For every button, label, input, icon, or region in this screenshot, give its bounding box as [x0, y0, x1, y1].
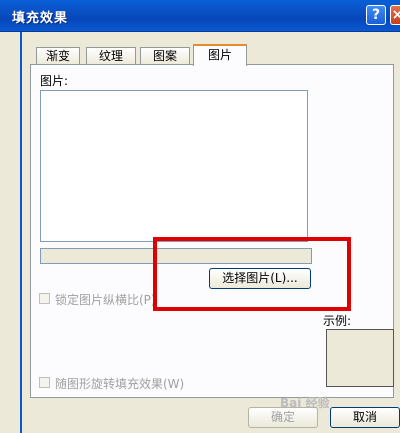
picture-label: 图片: — [40, 74, 69, 88]
tab-gradient[interactable]: 渐变 — [36, 47, 80, 65]
sample-preview — [326, 329, 394, 387]
window-frame-left — [0, 32, 22, 433]
help-button[interactable]: ? — [366, 5, 386, 25]
sample-label: 示例: — [323, 314, 352, 328]
tab-picture[interactable]: 图片 — [193, 44, 247, 66]
tab-texture[interactable]: 纹理 — [86, 47, 136, 65]
tab-pattern[interactable]: 图案 — [140, 47, 190, 65]
lock-aspect-checkbox[interactable] — [39, 293, 50, 304]
lock-aspect-label: 锁定图片纵横比(P) — [55, 293, 156, 307]
title-bar: 填充效果 ? × — [0, 0, 400, 32]
window-title: 填充效果 — [12, 11, 69, 26]
picture-preview — [40, 90, 308, 242]
ok-button[interactable]: 确定 — [248, 407, 318, 428]
highlight-box — [153, 237, 351, 311]
close-button[interactable]: × — [390, 5, 400, 25]
rotate-with-shape-checkbox[interactable] — [39, 377, 50, 388]
cancel-button[interactable]: 取消 — [330, 407, 400, 428]
rotate-with-shape-label: 随图形旋转填充效果(W) — [55, 377, 185, 391]
